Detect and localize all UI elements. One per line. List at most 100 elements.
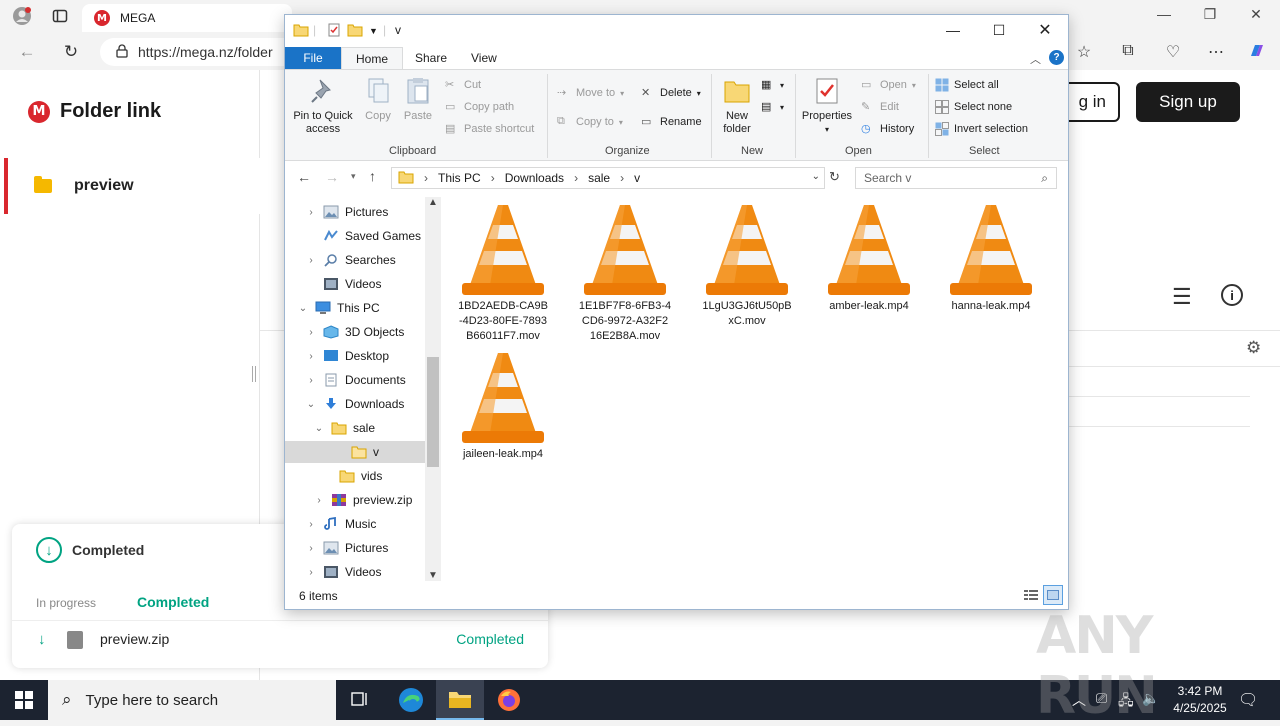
properties-qa-icon[interactable] bbox=[327, 23, 341, 40]
chevron-right-icon[interactable]: › bbox=[305, 543, 317, 554]
select-all-button[interactable]: Select all bbox=[935, 76, 999, 94]
breadcrumb-sale[interactable]: sale bbox=[588, 171, 610, 185]
chevron-right-icon[interactable]: › bbox=[305, 519, 317, 530]
paste-button[interactable]: Paste bbox=[401, 76, 435, 123]
info-icon[interactable]: i bbox=[1221, 284, 1243, 306]
collapse-ribbon-icon[interactable]: ︿ bbox=[1030, 51, 1041, 67]
chevron-down-icon[interactable]: ⌄ bbox=[297, 303, 309, 314]
browser-tab-mega[interactable]: M MEGA bbox=[82, 4, 292, 32]
address-dropdown-icon[interactable]: ⌄ bbox=[812, 171, 820, 182]
new-folder-qa-icon[interactable] bbox=[347, 23, 363, 40]
nav-item-vids[interactable]: vids bbox=[285, 465, 425, 487]
file-item[interactable]: 1BD2AEDB-CA9B -4D23-80FE-7893 B66011F7.mov bbox=[445, 203, 561, 344]
scroll-up-icon[interactable]: ▲ bbox=[428, 197, 438, 208]
tab-actions-icon[interactable] bbox=[50, 6, 70, 26]
taskbar-firefox[interactable] bbox=[485, 680, 533, 720]
browser-essentials-icon[interactable]: ♡ bbox=[1162, 42, 1184, 62]
edit-button[interactable]: ✎ Edit bbox=[861, 98, 899, 116]
profile-icon[interactable] bbox=[12, 6, 32, 26]
explorer-search-input[interactable]: Search v ⌕ bbox=[855, 167, 1057, 189]
taskbar-edge[interactable] bbox=[387, 680, 435, 720]
cut-button[interactable]: ✂ Cut bbox=[445, 76, 481, 94]
nav-item-desktop[interactable]: › Desktop bbox=[285, 345, 425, 367]
sidebar-item-preview[interactable]: preview bbox=[4, 158, 260, 214]
breadcrumb-downloads[interactable]: Downloads bbox=[505, 171, 564, 185]
scroll-thumb[interactable] bbox=[427, 357, 439, 467]
nav-item-saved-games[interactable]: Saved Games bbox=[285, 225, 425, 247]
list-view-icon[interactable]: ☰ bbox=[1172, 284, 1192, 310]
copilot-icon[interactable] bbox=[1246, 42, 1268, 65]
nav-item-videos[interactable]: Videos bbox=[285, 273, 425, 295]
nav-item-documents[interactable]: › Documents bbox=[285, 369, 425, 391]
favorite-star-icon[interactable]: ☆ bbox=[1073, 42, 1095, 62]
easy-access-button[interactable]: ▤ ▾ bbox=[761, 98, 784, 116]
chevron-down-icon[interactable]: ⌄ bbox=[305, 399, 317, 410]
chevron-right-icon[interactable]: › bbox=[305, 207, 317, 218]
open-button[interactable]: ▭ Open ▾ bbox=[861, 76, 916, 94]
file-item[interactable]: amber-leak.mp4 bbox=[811, 203, 927, 314]
resize-handle[interactable] bbox=[252, 366, 256, 382]
settings-more-icon[interactable]: ⋯ bbox=[1205, 42, 1227, 62]
qa-dropdown-icon[interactable]: ▼ bbox=[369, 26, 378, 36]
nav-item-preview-zip[interactable]: › preview.zip bbox=[285, 489, 425, 511]
help-icon[interactable]: ? bbox=[1049, 50, 1064, 65]
file-item[interactable]: jaileen-leak.mp4 bbox=[445, 351, 561, 462]
tab-home[interactable]: Home bbox=[341, 47, 404, 69]
chevron-right-icon[interactable]: › bbox=[313, 495, 325, 506]
nav-scrollbar[interactable]: ▲ ▼ bbox=[425, 197, 441, 581]
refresh-icon[interactable]: ↻ bbox=[829, 169, 840, 185]
browser-close-button[interactable]: ✕ bbox=[1246, 6, 1266, 23]
history-button[interactable]: ◷ History bbox=[861, 120, 914, 138]
file-item[interactable]: 1LgU3GJ6tU50pB xC.mov bbox=[689, 203, 805, 329]
tab-in-progress[interactable]: In progress bbox=[36, 596, 96, 610]
tab-share[interactable]: Share bbox=[401, 47, 461, 69]
minimize-button[interactable]: — bbox=[930, 15, 976, 45]
scroll-down-icon[interactable]: ▼ bbox=[428, 570, 438, 581]
split-screen-icon[interactable]: ⧉ bbox=[1117, 42, 1139, 60]
back-icon[interactable]: ← bbox=[16, 42, 38, 62]
new-item-button[interactable]: ▦ ▾ bbox=[761, 76, 784, 94]
up-icon[interactable]: ↑ bbox=[369, 168, 376, 184]
breadcrumb-v[interactable]: v bbox=[634, 171, 640, 185]
nav-item-videos[interactable]: › Videos bbox=[285, 561, 425, 583]
pin-quick-access-button[interactable]: Pin to Quick access bbox=[291, 76, 355, 136]
copy-to-button[interactable]: ⧉ Copy to ▾ bbox=[557, 113, 623, 131]
chevron-right-icon[interactable]: › bbox=[305, 375, 317, 386]
nav-item-searches[interactable]: › Searches bbox=[285, 249, 425, 271]
nav-item-pictures[interactable]: › Pictures bbox=[285, 201, 425, 223]
back-icon[interactable]: ← bbox=[297, 169, 311, 185]
close-button[interactable]: ✕ bbox=[1022, 15, 1068, 45]
nav-item-downloads[interactable]: ⌄ Downloads bbox=[285, 393, 425, 415]
tab-view[interactable]: View bbox=[457, 47, 511, 69]
start-button[interactable] bbox=[0, 680, 48, 720]
invert-selection-button[interactable]: Invert selection bbox=[935, 120, 1028, 138]
tab-file[interactable]: File bbox=[285, 47, 341, 69]
nav-item-pictures[interactable]: › Pictures bbox=[285, 537, 425, 559]
gear-icon[interactable]: ⚙ bbox=[1246, 338, 1261, 358]
chevron-down-icon[interactable]: ⌄ bbox=[313, 423, 325, 434]
copy-button[interactable]: Copy bbox=[361, 76, 395, 123]
maximize-button[interactable]: ☐ bbox=[976, 15, 1022, 45]
nav-item-3d-objects[interactable]: › 3D Objects bbox=[285, 321, 425, 343]
taskbar-file-explorer[interactable] bbox=[436, 680, 484, 720]
taskbar-search-input[interactable]: ⌕ Type here to search bbox=[48, 680, 336, 720]
refresh-icon[interactable]: ↻ bbox=[60, 42, 82, 62]
explorer-address-bar[interactable]: › This PC › Downloads › sale › v ⌄ bbox=[391, 167, 825, 189]
chevron-right-icon[interactable]: › bbox=[305, 327, 317, 338]
details-view-button[interactable] bbox=[1021, 585, 1041, 605]
properties-button[interactable]: Properties ▾ bbox=[799, 76, 855, 136]
breadcrumb-this-pc[interactable]: This PC bbox=[438, 171, 481, 185]
forward-icon[interactable]: → bbox=[325, 169, 339, 185]
mega-logo[interactable]: M Folder link bbox=[28, 100, 161, 123]
nav-item-music[interactable]: › Music bbox=[285, 513, 425, 535]
file-item[interactable]: 1E1BF7F8-6FB3-4 CD6-9972-A32F2 16E2B8A.mov bbox=[567, 203, 683, 344]
copy-path-button[interactable]: ▭ Copy path bbox=[445, 98, 514, 116]
transfer-row[interactable]: ↓ preview.zip Completed bbox=[12, 620, 548, 658]
large-icons-view-button[interactable] bbox=[1043, 585, 1063, 605]
delete-button[interactable]: ✕ Delete ▾ bbox=[641, 84, 701, 102]
paste-shortcut-button[interactable]: ▤ Paste shortcut bbox=[445, 120, 534, 138]
new-folder-button[interactable]: New folder bbox=[717, 76, 757, 136]
select-none-button[interactable]: Select none bbox=[935, 98, 1012, 116]
tab-completed[interactable]: Completed bbox=[137, 594, 209, 610]
explorer-titlebar[interactable]: | ▼ | v — ☐ ✕ bbox=[285, 15, 1068, 47]
